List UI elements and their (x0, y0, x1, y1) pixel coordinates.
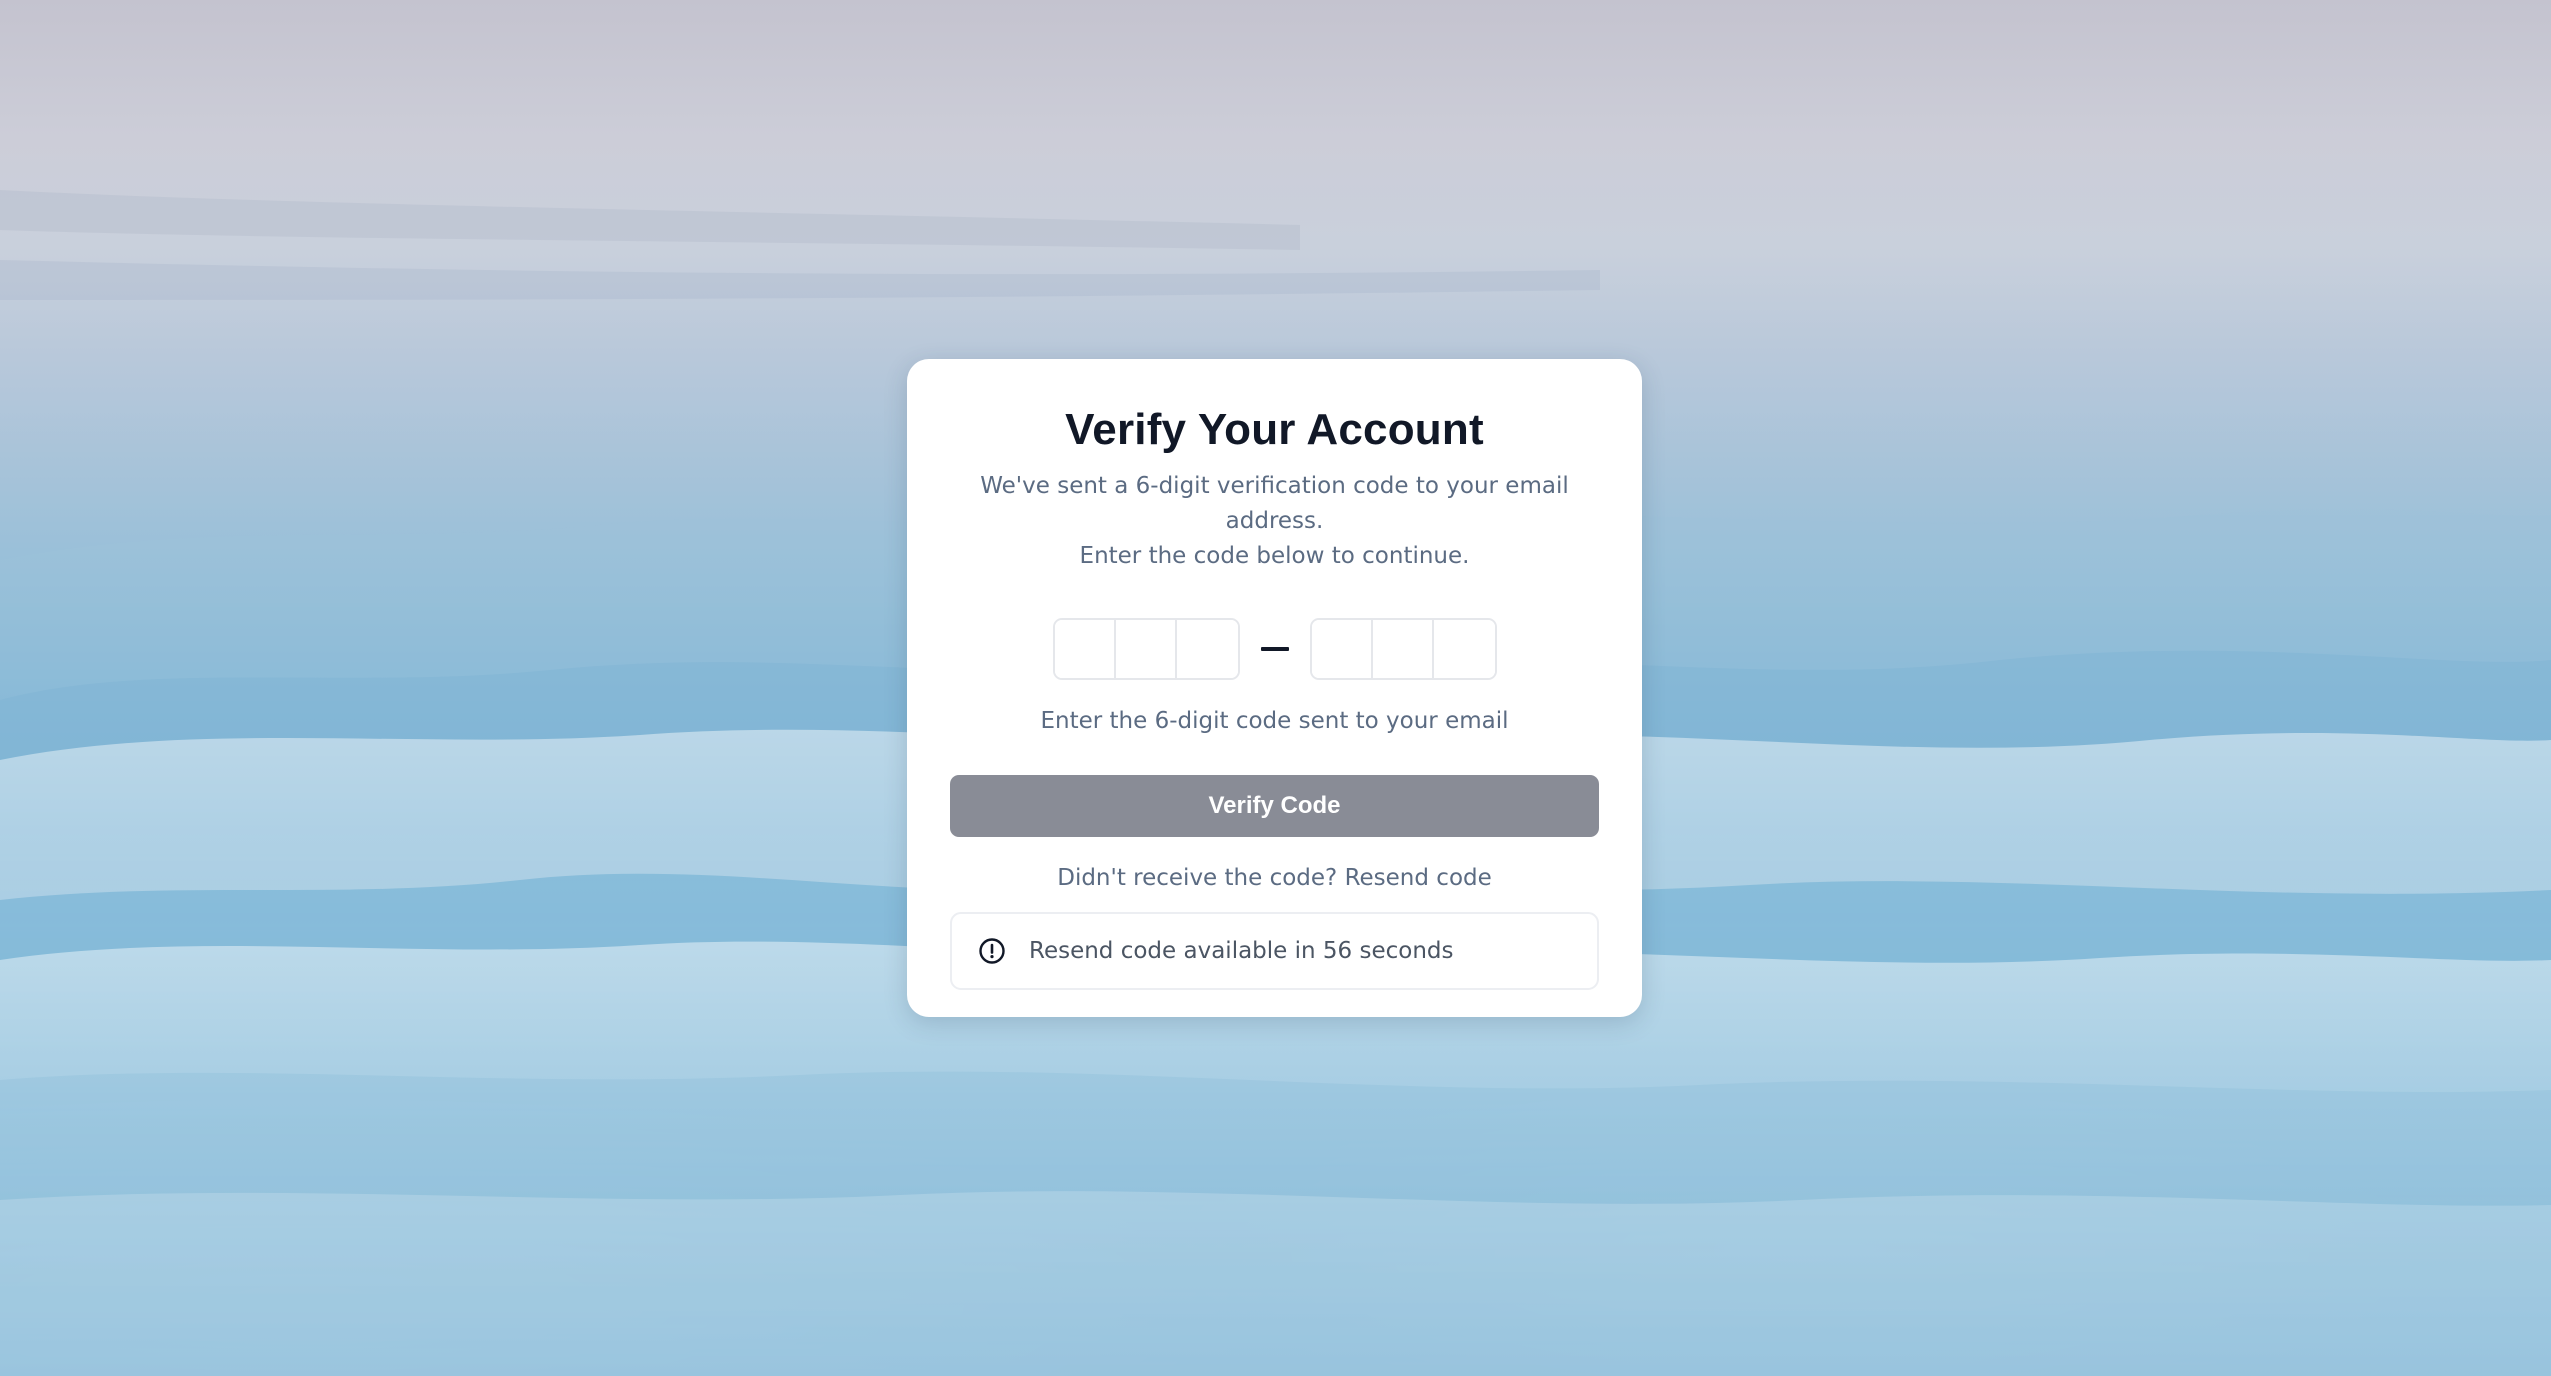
otp-digit-6[interactable] (1433, 620, 1495, 678)
otp-hint: Enter the 6-digit code sent to your emai… (1040, 708, 1509, 734)
subtitle-line-2: Enter the code below to continue. (1079, 543, 1470, 569)
resend-code-link[interactable]: Resend code (1345, 865, 1492, 891)
dash-icon (1260, 647, 1289, 651)
alert-circle-icon (977, 936, 1007, 966)
resend-row: Didn't receive the code? Resend code (950, 862, 1599, 894)
resend-timer-notice: Resend code available in 56 seconds (950, 912, 1599, 990)
verify-code-button[interactable]: Verify Code (950, 775, 1599, 837)
otp-digit-2[interactable] (1115, 620, 1177, 678)
otp-digit-3[interactable] (1176, 620, 1238, 678)
otp-group-first (1052, 618, 1240, 680)
otp-group-second (1309, 618, 1497, 680)
otp-digit-4[interactable] (1311, 620, 1373, 678)
subtitle-line-1: We've sent a 6-digit verification code t… (980, 473, 1569, 534)
verification-card: Verify Your Account We've sent a 6-digit… (907, 359, 1642, 1017)
subtitle: We've sent a 6-digit verification code t… (950, 469, 1599, 574)
page-title: Verify Your Account (1065, 405, 1484, 454)
otp-digit-5[interactable] (1372, 620, 1434, 678)
otp-input-row (950, 617, 1599, 681)
resend-timer-text: Resend code available in 56 seconds (1029, 938, 1454, 964)
otp-separator (1240, 647, 1310, 651)
resend-prompt: Didn't receive the code? (1057, 865, 1338, 891)
otp-digit-1[interactable] (1054, 620, 1116, 678)
